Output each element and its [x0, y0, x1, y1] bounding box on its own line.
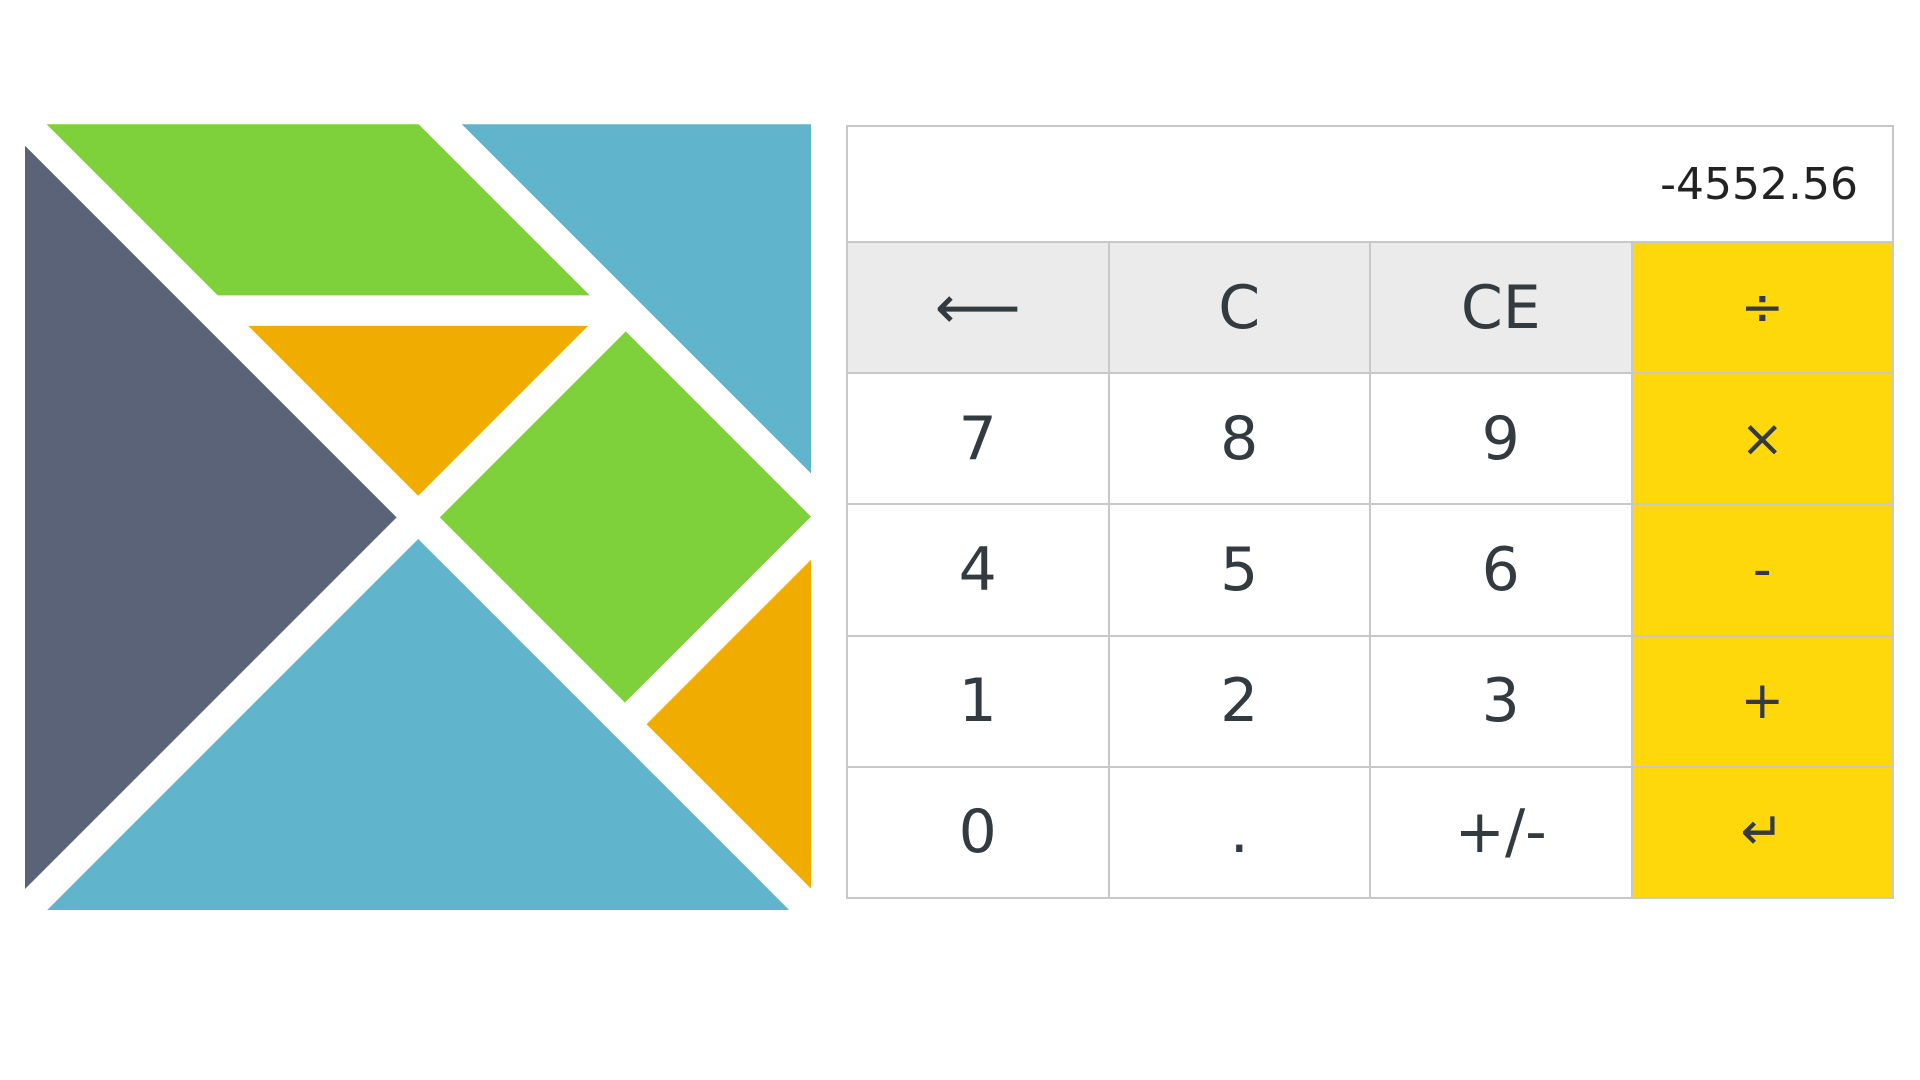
enter-button[interactable]: ↵: [1632, 767, 1892, 897]
digit-0-button[interactable]: 0: [848, 767, 1108, 897]
app-window: -4552.56 ⟵ C CE ÷ 7 8 9 × 4 5 6 - 1 2 3 …: [0, 0, 1920, 1080]
digit-7-button[interactable]: 7: [848, 374, 1108, 504]
clear-button[interactable]: C: [1109, 243, 1369, 373]
backspace-button[interactable]: ⟵: [848, 243, 1108, 373]
digit-8-button[interactable]: 8: [1109, 374, 1369, 504]
digit-6-button[interactable]: 6: [1371, 505, 1631, 635]
keypad: ⟵ C CE ÷ 7 8 9 × 4 5 6 - 1 2 3 + 0 . +/-…: [848, 243, 1892, 897]
multiply-button[interactable]: ×: [1632, 374, 1892, 504]
decimal-point-button[interactable]: .: [1109, 767, 1369, 897]
negate-button[interactable]: +/-: [1371, 767, 1631, 897]
digit-4-button[interactable]: 4: [848, 505, 1108, 635]
digit-9-button[interactable]: 9: [1371, 374, 1631, 504]
subtract-button[interactable]: -: [1632, 505, 1892, 635]
calculator-display: -4552.56: [848, 127, 1892, 243]
digit-1-button[interactable]: 1: [848, 636, 1108, 766]
calculator: -4552.56 ⟵ C CE ÷ 7 8 9 × 4 5 6 - 1 2 3 …: [846, 125, 1894, 899]
clear-entry-button[interactable]: CE: [1371, 243, 1631, 373]
elm-tangram-logo-icon: [25, 124, 811, 910]
digit-5-button[interactable]: 5: [1109, 505, 1369, 635]
digit-3-button[interactable]: 3: [1371, 636, 1631, 766]
divide-button[interactable]: ÷: [1632, 243, 1892, 373]
add-button[interactable]: +: [1632, 636, 1892, 766]
digit-2-button[interactable]: 2: [1109, 636, 1369, 766]
